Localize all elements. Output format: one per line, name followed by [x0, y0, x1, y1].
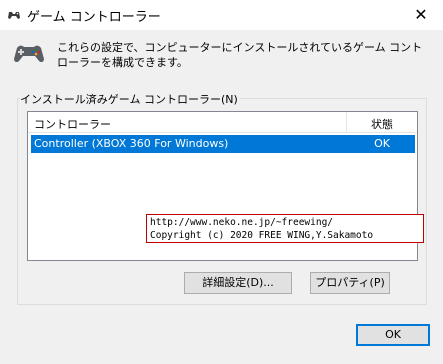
- gamepad-icon: [14, 45, 44, 63]
- controller-status: OK: [374, 137, 390, 150]
- list-header: コントローラー 状態: [28, 112, 417, 133]
- title-bar: ゲーム コントローラー ✕: [0, 0, 443, 30]
- watermark-url: http://www.neko.ne.jp/~freewing/: [150, 217, 334, 228]
- list-item[interactable]: Controller (XBOX 360 For Windows) OK: [31, 135, 415, 153]
- copyright-watermark: http://www.neko.ne.jp/~freewing/ Copyrig…: [146, 214, 424, 243]
- gamepad-icon: [8, 12, 20, 19]
- ok-button[interactable]: OK: [356, 324, 430, 346]
- group-label: インストール済みゲーム コントローラー(N): [20, 91, 240, 107]
- watermark-copyright: Copyright (c) 2020 FREE WING,Y.Sakamoto: [150, 230, 374, 241]
- window-title: ゲーム コントローラー: [27, 10, 161, 25]
- advanced-settings-button[interactable]: 詳細設定(D)...: [184, 272, 292, 294]
- column-header-status[interactable]: 状態: [347, 116, 417, 132]
- description-text: これらの設定で、コンピューターにインストールされているゲーム コントローラーを構…: [57, 41, 423, 69]
- controller-name: Controller (XBOX 360 For Windows): [34, 137, 229, 150]
- close-button[interactable]: ✕: [399, 0, 443, 30]
- properties-button[interactable]: プロパティ(P): [310, 272, 390, 294]
- column-header-controller[interactable]: コントローラー: [34, 116, 111, 132]
